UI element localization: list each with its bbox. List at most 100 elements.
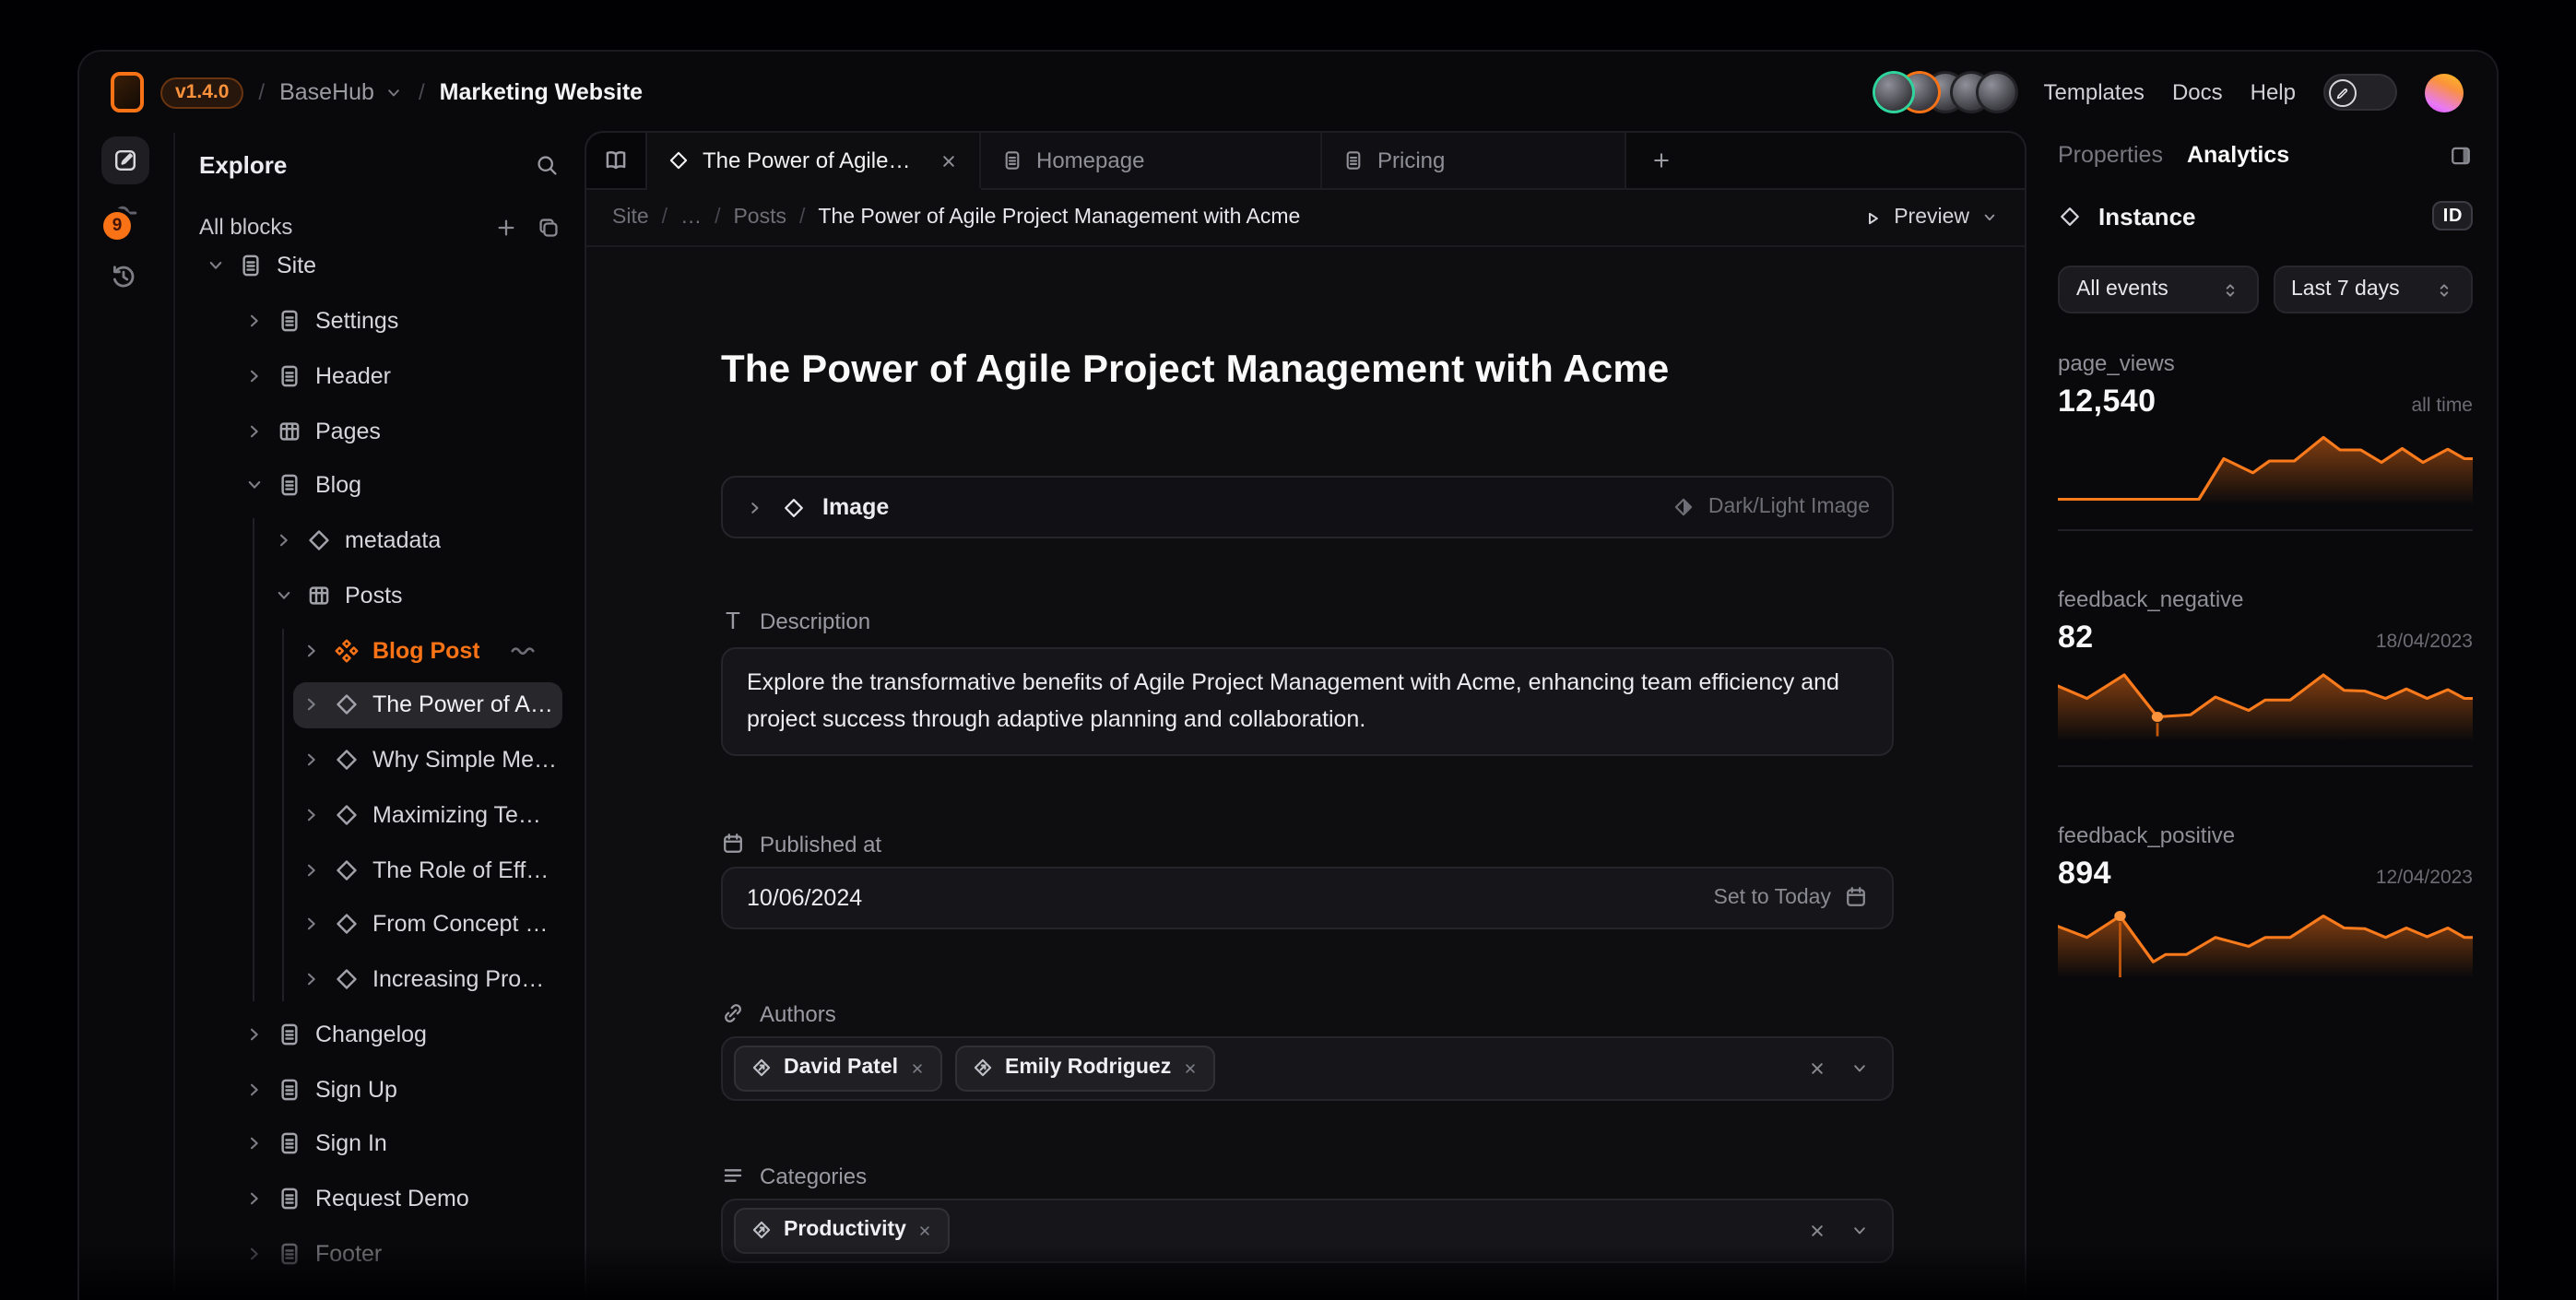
basehub-logo[interactable] (111, 72, 144, 112)
preview-button[interactable]: Preview (1862, 207, 1999, 229)
breadcrumb-ellipsis[interactable]: … (680, 207, 702, 229)
reader-tab[interactable] (586, 133, 647, 188)
remove-chip-icon[interactable] (917, 1222, 934, 1238)
remove-chip-icon[interactable] (909, 1059, 926, 1076)
metric-chart[interactable] (2058, 431, 2473, 505)
set-to-today-button[interactable]: Set to Today (1714, 885, 1868, 909)
tree-item-maximizing-te[interactable]: Maximizing Te… (186, 787, 570, 842)
tree-item-sign-in[interactable]: Sign In (186, 1117, 570, 1171)
tree-item-posts[interactable]: Posts (186, 568, 570, 622)
project-name[interactable]: Marketing Website (440, 79, 643, 105)
close-icon[interactable] (939, 150, 959, 171)
chevron-right-icon[interactable] (745, 497, 765, 517)
chevron-right-icon[interactable] (243, 1188, 266, 1210)
chevron-right-icon[interactable] (301, 968, 323, 990)
org-menu[interactable]: BaseHub (279, 79, 404, 105)
tree-item-site[interactable]: Site (186, 239, 570, 293)
range-select[interactable]: Last 7 days (2273, 266, 2473, 313)
chevron-down-icon[interactable] (243, 475, 266, 497)
tree-item-why-simple-me[interactable]: Why Simple Me… (186, 733, 570, 787)
avatar[interactable] (1979, 74, 2016, 111)
chevron-down-icon[interactable] (1849, 1058, 1870, 1078)
user-avatar[interactable] (2425, 73, 2464, 112)
chevron-right-icon[interactable] (243, 1023, 266, 1046)
chevron-right-icon[interactable] (243, 1132, 266, 1154)
chevron-right-icon[interactable] (301, 858, 323, 880)
tree-item-metadata[interactable]: metadata (186, 514, 570, 568)
tree-item-request-demo[interactable]: Request Demo (186, 1171, 570, 1225)
tree-item-blog-post[interactable]: Blog Post (186, 623, 570, 678)
metric-caption: all time (2411, 395, 2473, 417)
tree-item-footer[interactable]: Footer (186, 1226, 570, 1281)
tree-item-blog[interactable]: Blog (186, 458, 570, 513)
chevron-down-icon[interactable] (273, 585, 295, 607)
chip-emily-rodriguez[interactable]: Emily Rodriguez (955, 1045, 1215, 1091)
description-input[interactable]: Explore the transformative benefits of A… (721, 647, 1894, 755)
templates-link[interactable]: Templates (2044, 79, 2145, 105)
chevron-right-icon[interactable] (301, 749, 323, 771)
chevron-right-icon[interactable] (243, 310, 266, 332)
chevron-right-icon[interactable] (243, 1078, 266, 1100)
published-date-input[interactable]: 10/06/2024 Set to Today (721, 866, 1894, 928)
breadcrumb-site[interactable]: Site (612, 207, 649, 229)
toggle-knob[interactable] (2328, 78, 2356, 106)
chevron-down-icon[interactable] (205, 255, 227, 278)
docs-link[interactable]: Docs (2172, 79, 2223, 105)
chevron-right-icon[interactable] (243, 420, 266, 442)
tree-item-pages[interactable]: Pages (186, 404, 570, 458)
tree-item-the-power-of-a[interactable]: The Power of A… (186, 678, 570, 732)
version-badge[interactable]: v1.4.0 (160, 77, 243, 108)
chevron-right-icon[interactable] (301, 694, 323, 716)
tab-the-power-of-agile[interactable]: The Power of Agile… (647, 133, 981, 188)
tab-pricing[interactable]: Pricing (1322, 133, 1626, 188)
tab-properties[interactable]: Properties (2058, 142, 2163, 168)
chevron-right-icon[interactable] (243, 365, 266, 387)
clear-icon[interactable] (1807, 1220, 1827, 1240)
tree-item-increasing-pro[interactable]: Increasing Pro… (186, 951, 570, 1006)
clear-icon[interactable] (1807, 1058, 1827, 1078)
tree-item-sign-up[interactable]: Sign Up (186, 1061, 570, 1116)
tree-item-from-concept[interactable]: From Concept … (186, 897, 570, 951)
image-block[interactable]: Image Dark/Light Image (721, 476, 1894, 538)
chevron-right-icon[interactable] (243, 1242, 266, 1264)
tree-item-label: Sign In (315, 1130, 387, 1156)
breadcrumb-posts[interactable]: Posts (733, 207, 786, 229)
collaborator-avatars[interactable] (1876, 74, 2016, 111)
chevron-right-icon[interactable] (301, 914, 323, 936)
metric-chart[interactable] (2058, 668, 2473, 741)
chip-productivity[interactable]: Productivity (734, 1207, 951, 1253)
tree-item-header[interactable]: Header (186, 349, 570, 403)
tree-item-the-role-of-eff[interactable]: The Role of Eff… (186, 842, 570, 896)
chevron-right-icon[interactable] (301, 639, 323, 661)
chevron-right-icon[interactable] (273, 529, 295, 551)
tree-item-label: From Concept … (372, 912, 548, 938)
tree-item-changelog[interactable]: Changelog (186, 1007, 570, 1061)
pending-changes-badge[interactable]: 9 (103, 212, 131, 240)
chevron-right-icon[interactable] (301, 804, 323, 826)
chip-label: Emily Rodriguez (1005, 1057, 1171, 1079)
categories-input[interactable]: Productivity (721, 1198, 1894, 1262)
diamond-icon (334, 966, 360, 992)
compose-button[interactable] (101, 136, 149, 184)
collapse-panel-icon[interactable] (2449, 143, 2473, 167)
tree-item-label: metadata (345, 527, 441, 553)
events-select[interactable]: All events (2058, 266, 2258, 313)
remove-chip-icon[interactable] (1182, 1059, 1199, 1076)
new-tab-button[interactable] (1626, 133, 1696, 188)
diamond-icon (334, 912, 360, 938)
tab-homepage[interactable]: Homepage (981, 133, 1322, 188)
tab-analytics[interactable]: Analytics (2187, 142, 2289, 168)
tree-item-settings[interactable]: Settings (186, 294, 570, 349)
edit-mode-toggle[interactable] (2323, 74, 2397, 111)
page-title[interactable]: The Power of Agile Project Management wi… (721, 349, 1894, 393)
authors-input[interactable]: David Patel Emily Rodriguez (721, 1035, 1894, 1100)
history-icon[interactable] (109, 262, 138, 291)
image-variant-badge[interactable]: Dark/Light Image (1673, 496, 1870, 518)
id-badge[interactable]: ID (2433, 201, 2473, 230)
metric-chart[interactable] (2058, 904, 2473, 977)
inspector-panel: Properties Analytics Instance ID All eve… (2027, 133, 2497, 1300)
chip-david-patel[interactable]: David Patel (734, 1045, 942, 1091)
chevron-down-icon[interactable] (1849, 1220, 1870, 1240)
top-bar: v1.4.0 / BaseHub / Marketing Website Tem… (79, 52, 2497, 133)
help-link[interactable]: Help (2251, 79, 2296, 105)
